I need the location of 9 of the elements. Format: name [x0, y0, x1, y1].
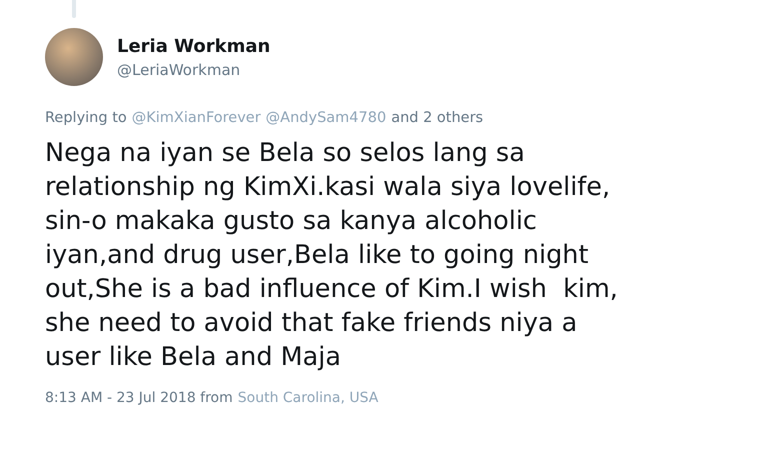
- mention-link[interactable]: @KimXianForever: [132, 110, 261, 126]
- replying-label: Replying to: [45, 110, 127, 126]
- others-link[interactable]: and 2 others: [391, 110, 484, 126]
- location-link[interactable]: South Carolina, USA: [238, 390, 378, 406]
- timestamp: 8:13 AM - 23 Jul 2018 from: [45, 390, 233, 406]
- author-handle: @LeriaWorkman: [117, 60, 242, 78]
- author-name: Leria Workman: [117, 36, 270, 56]
- mention-link[interactable]: @AndySam4780: [266, 110, 386, 126]
- tweet-text: Nega na iyan se Bela so selos lang sa relationship ng KimXi.kasi wala siya lovelife, sin-o makaka gusto sa kanya alcoholic iyan,and drug user,Bela like to going night out,She is a bad influence of Kim.I wish kim, she need to avoid that fake friends niya a user like Bela and Maja: [45, 137, 619, 374]
